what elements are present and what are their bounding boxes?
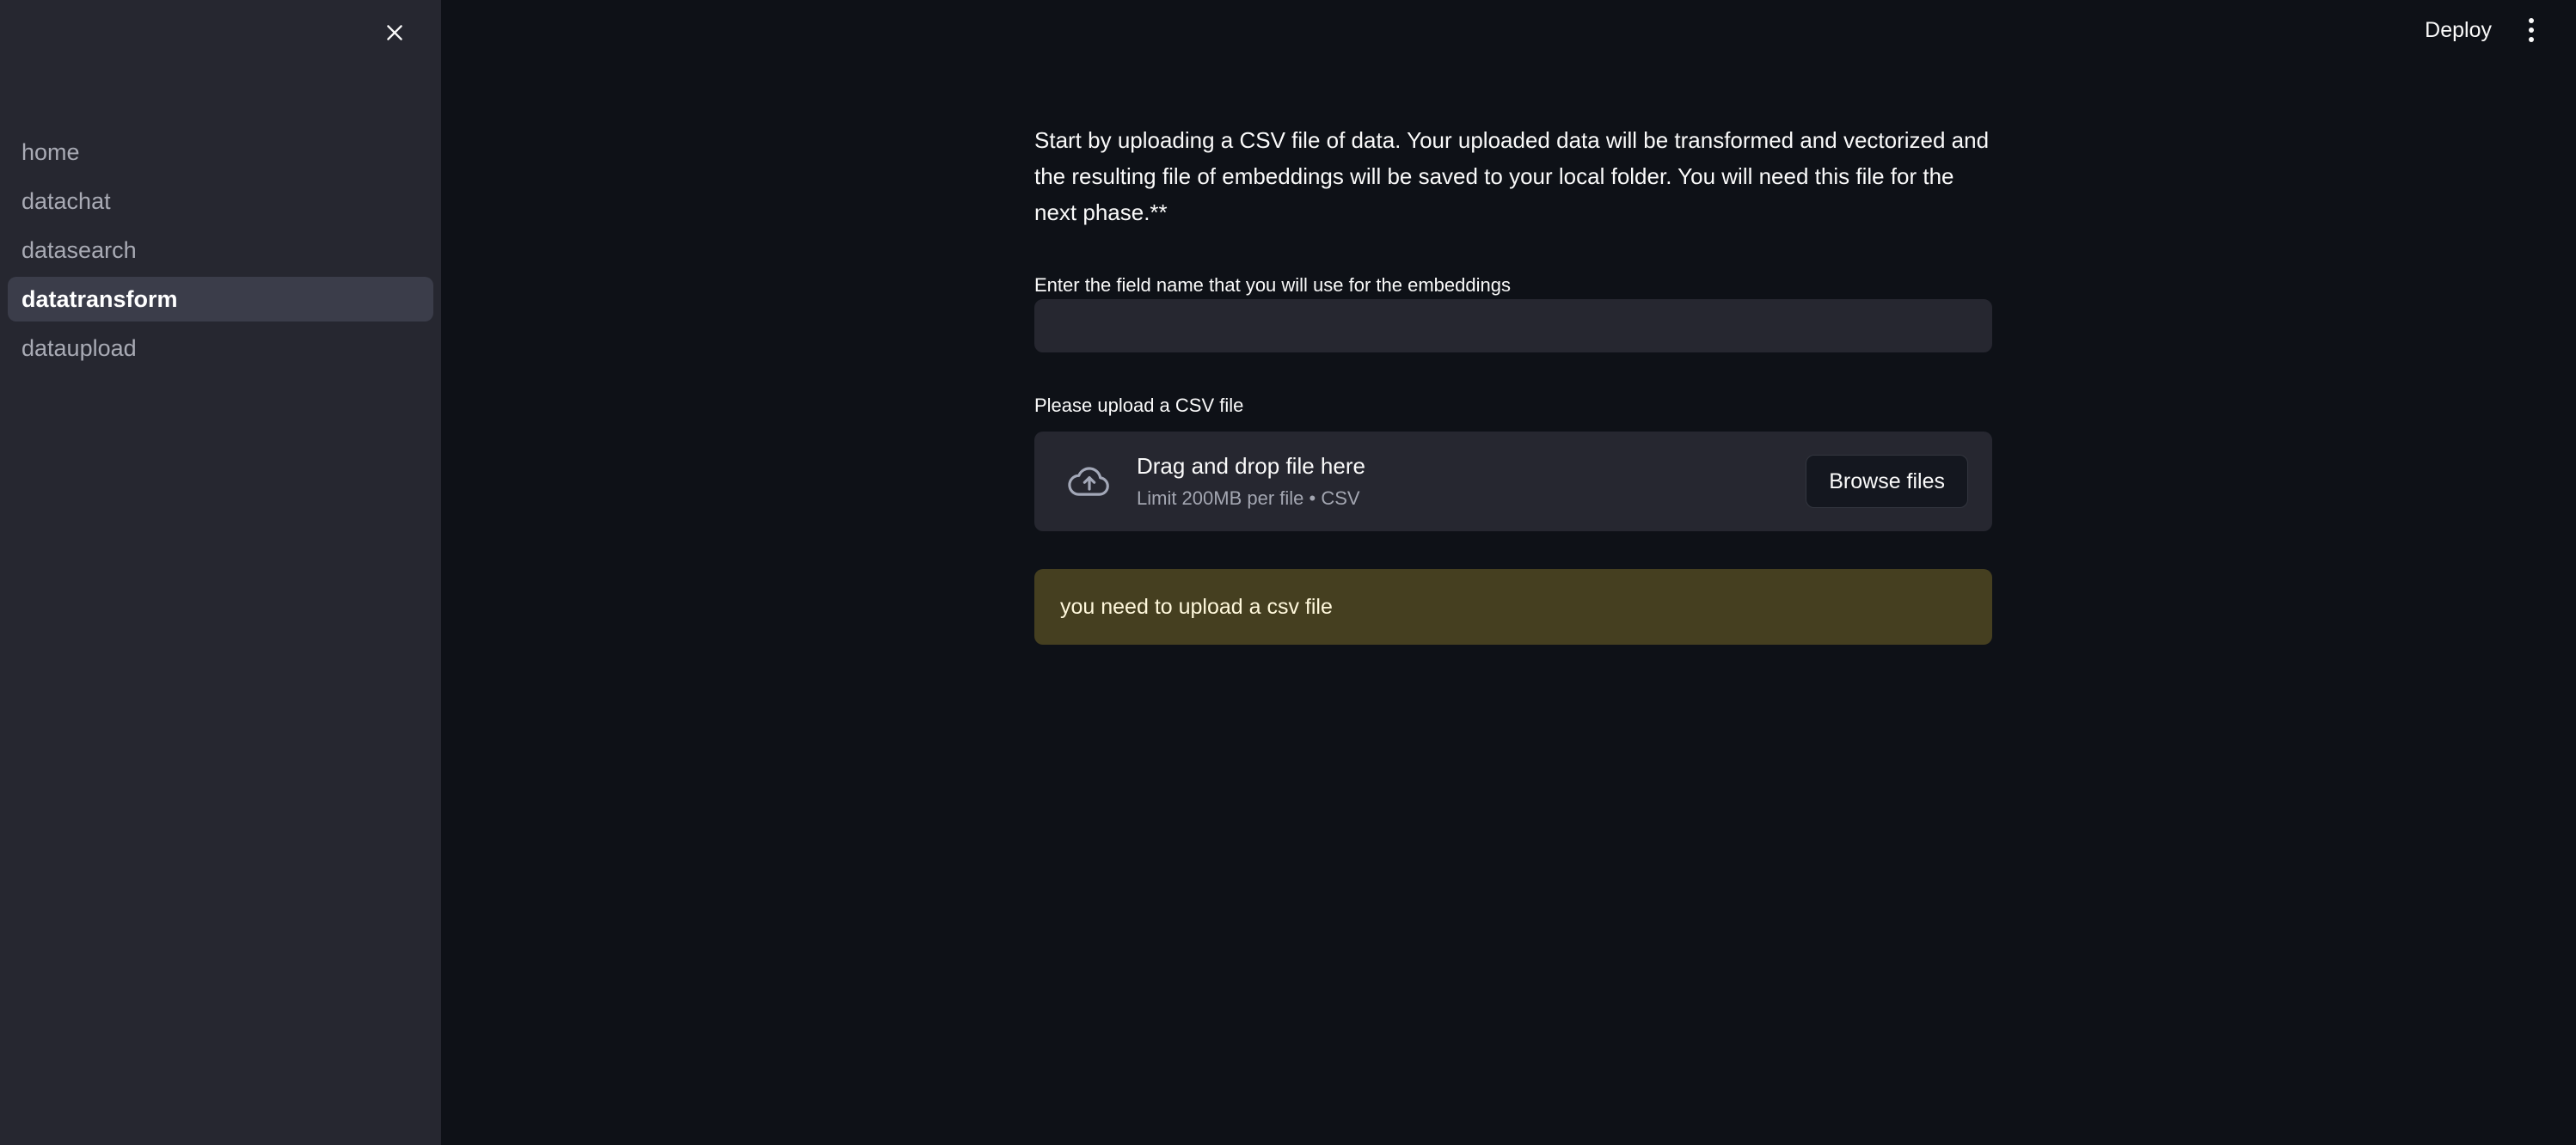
- intro-paragraph: Start by uploading a CSV file of data. Y…: [1034, 127, 1990, 226]
- field-name-label: Enter the field name that you will use f…: [1034, 274, 1511, 297]
- content-column: Start by uploading a CSV file of data. Y…: [1034, 122, 1992, 646]
- app-root: home datachat datasearch datatransform d…: [0, 0, 2576, 1145]
- dropzone-limit: Limit 200MB per file • CSV: [1137, 487, 1360, 509]
- uploader-label: Please upload a CSV file: [1034, 395, 1244, 417]
- warning-message: you need to upload a csv file: [1060, 594, 1333, 619]
- browse-files-button[interactable]: Browse files: [1806, 455, 1968, 509]
- dropzone-text: Drag and drop file here Limit 200MB per …: [1137, 452, 1806, 511]
- sidebar-item-home[interactable]: home: [8, 130, 433, 175]
- kebab-menu-icon: [2529, 18, 2534, 42]
- close-icon: [383, 21, 406, 44]
- file-dropzone[interactable]: Drag and drop file here Limit 200MB per …: [1034, 432, 1992, 532]
- warning-alert: you need to upload a csv file: [1034, 569, 1992, 646]
- main-area: Deploy Start by uploading a CSV file of …: [441, 0, 2576, 1145]
- sidebar-item-dataupload[interactable]: dataupload: [8, 326, 433, 370]
- field-name-input[interactable]: [1034, 299, 1992, 353]
- sidebar-item-datatransform[interactable]: datatransform: [8, 277, 433, 321]
- sidebar: home datachat datasearch datatransform d…: [0, 0, 441, 1145]
- sidebar-header: [0, 0, 441, 65]
- main-menu-button[interactable]: [2512, 11, 2550, 49]
- app-toolbar: Deploy: [2413, 0, 2576, 60]
- dropzone-title: Drag and drop file here: [1137, 453, 1365, 480]
- sidebar-item-datachat[interactable]: datachat: [8, 179, 433, 223]
- deploy-button[interactable]: Deploy: [2413, 12, 2504, 49]
- sidebar-item-datasearch[interactable]: datasearch: [8, 228, 433, 272]
- sidebar-nav: home datachat datasearch datatransform d…: [0, 130, 441, 375]
- sidebar-close-button[interactable]: [374, 12, 415, 53]
- cloud-upload-icon: [1064, 456, 1115, 507]
